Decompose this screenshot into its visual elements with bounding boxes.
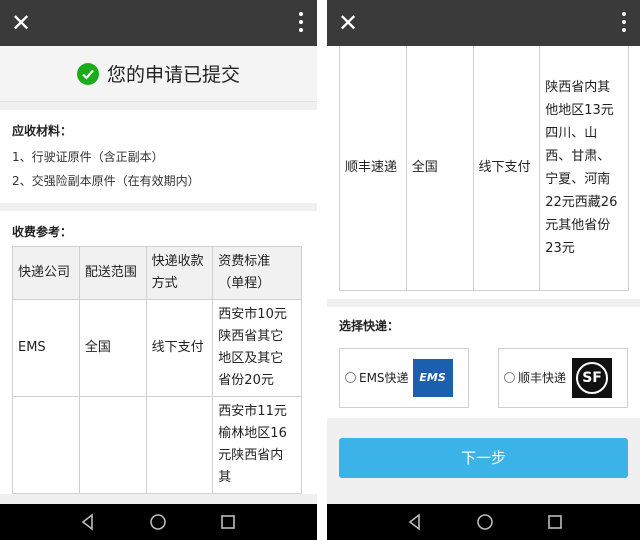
table-cell: [78, 396, 147, 494]
success-title: 您的申请已提交: [106, 64, 240, 86]
fees-heading: 收费参考：: [12, 225, 73, 239]
left-screen: ✕ 您的申请已提交 应收材料： 1、行驶证原件（含正副本） 2、交强险副本原件（…: [0, 0, 317, 540]
more-vert-icon[interactable]: [618, 12, 630, 36]
next-button[interactable]: 下一步: [339, 437, 628, 478]
table-cell: 顺丰速递: [339, 46, 407, 291]
express-options: EMS快递 EMS 顺丰快递 SF: [339, 347, 628, 408]
table-cell: 陕西省内其他地区13元四川、山西、甘肃、宁夏、河南22元西藏26元其他省份23元: [539, 46, 629, 291]
close-icon[interactable]: ✕: [10, 10, 32, 36]
more-vert-icon[interactable]: [295, 12, 307, 36]
express-heading: 选择快递：: [339, 318, 400, 333]
android-nav-bar: [327, 504, 640, 540]
table-cell: 全国: [405, 46, 474, 291]
table-header-cell: 配送范围: [78, 246, 147, 300]
ems-logo-icon: EMS: [412, 358, 453, 397]
table-header-cell: 快递收款方式: [145, 246, 214, 300]
sf-option-label: 顺丰快递: [518, 371, 567, 385]
table-header-row: 快递公司 配送范围 快递收款方式 资费标准（单程）: [12, 246, 302, 300]
ems-option[interactable]: EMS快递 EMS: [339, 347, 469, 408]
material-item: 1、行驶证原件（含正副本）: [12, 150, 164, 164]
nav-back-icon[interactable]: [405, 512, 425, 532]
material-item: 2、交强险副本原件（在有效期内）: [12, 174, 200, 188]
nav-recent-icon[interactable]: [545, 512, 565, 532]
fees-continued: 顺丰速递 全国 线下支付 陕西省内其他地区13元四川、山西、甘肃、宁夏、河南22…: [327, 46, 640, 299]
android-nav-bar: [0, 504, 317, 540]
success-banner: 您的申请已提交: [0, 46, 317, 102]
table-cell: [145, 396, 214, 494]
right-screen: ✕ 顺丰速递 全国 线下支付 陕西省内其他地区13元四川、山西、甘肃、宁夏、河南…: [327, 0, 640, 540]
table-row: 顺丰速递 全国 线下支付 陕西省内其他地区13元四川、山西、甘肃、宁夏、河南22…: [339, 46, 629, 291]
top-bar: ✕: [327, 0, 640, 46]
table-cell: 线下支付: [145, 299, 214, 397]
ems-radio[interactable]: [345, 372, 356, 383]
nav-home-icon[interactable]: [475, 512, 495, 532]
next-area: 下一步: [327, 417, 640, 478]
table-header-cell: 快递公司: [12, 246, 80, 300]
table-cell: EMS: [12, 299, 80, 397]
page-content: 顺丰速递 全国 线下支付 陕西省内其他地区13元四川、山西、甘肃、宁夏、河南22…: [327, 46, 640, 504]
table-row: EMS 全国 线下支付 西安市10元陕西省其它地区及其它省份20元: [12, 299, 302, 397]
table-cell: 线下支付: [472, 46, 541, 291]
nav-home-icon[interactable]: [148, 512, 168, 532]
sf-option[interactable]: 顺丰快递 SF: [498, 347, 628, 408]
nav-recent-icon[interactable]: [218, 512, 238, 532]
materials-heading: 应收材料：: [12, 124, 73, 138]
materials-section: 应收材料： 1、行驶证原件（含正副本） 2、交强险副本原件（在有效期内）: [0, 110, 317, 203]
table-cell: 全国: [78, 299, 147, 397]
ems-option-label: EMS快递: [359, 371, 409, 385]
nav-back-icon[interactable]: [78, 512, 98, 532]
fees-table: 顺丰速递 全国 线下支付 陕西省内其他地区13元四川、山西、甘肃、宁夏、河南22…: [339, 46, 629, 291]
sf-logo-text: SF: [576, 361, 609, 394]
fees-table: 快递公司 配送范围 快递收款方式 资费标准（单程） EMS 全国 线下支付 西安…: [12, 246, 302, 494]
check-circle-icon: [76, 62, 99, 85]
page-content: 您的申请已提交 应收材料： 1、行驶证原件（含正副本） 2、交强险副本原件（在有…: [0, 46, 317, 504]
close-icon[interactable]: ✕: [337, 10, 359, 36]
table-cell: 西安市11元榆林地区16元陕西省内其: [212, 396, 302, 494]
top-bar: ✕: [0, 0, 317, 46]
table-header-cell: 资费标准（单程）: [212, 246, 302, 300]
table-cell: [12, 396, 80, 494]
sf-radio[interactable]: [504, 372, 515, 383]
fees-section: 收费参考： 快递公司 配送范围 快递收款方式 资费标准（单程） EMS 全国 线…: [0, 211, 317, 494]
sf-logo-icon: SF: [572, 357, 613, 398]
table-row: 西安市11元榆林地区16元陕西省内其: [12, 396, 302, 494]
express-section: 选择快递： EMS快递 EMS 顺丰快递 SF: [327, 306, 640, 418]
table-cell: 西安市10元陕西省其它地区及其它省份20元: [212, 299, 302, 397]
